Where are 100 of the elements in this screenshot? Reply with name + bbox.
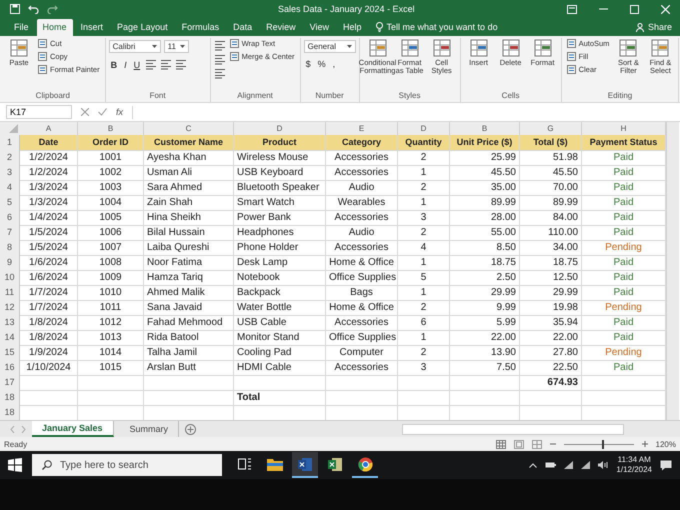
sheet-icon xyxy=(10,39,28,57)
maximize-icon[interactable] xyxy=(630,4,639,14)
add-sheet-icon[interactable] xyxy=(185,424,196,434)
table-cell: Bags xyxy=(326,285,398,301)
total-value: 674.93 xyxy=(547,377,578,388)
number-style-button[interactable]: % xyxy=(316,59,328,69)
row-header[interactable]: 17 xyxy=(0,375,20,391)
speaker-icon[interactable] xyxy=(598,461,608,469)
lines-icon[interactable] xyxy=(214,54,226,65)
row-header[interactable]: 8 xyxy=(0,240,20,256)
lines-icon[interactable] xyxy=(160,59,172,70)
ribbon-tab[interactable]: Formulas xyxy=(176,19,226,36)
horizontal-scrollbar[interactable] xyxy=(402,424,624,434)
group-label: Editing xyxy=(608,91,632,102)
share-button[interactable]: Share xyxy=(636,22,672,36)
row-header[interactable]: 4 xyxy=(0,180,20,196)
row-header[interactable]: 2 xyxy=(0,150,20,166)
number-style-button[interactable]: $ xyxy=(304,59,313,69)
zoom-slider-handle[interactable] xyxy=(602,440,604,448)
caret-up-icon[interactable] xyxy=(529,462,538,468)
search-field[interactable]: Type here to search xyxy=(32,454,222,476)
zoom-level[interactable]: 120% xyxy=(656,440,676,448)
table-cell: 35.94 xyxy=(520,315,582,331)
clock-date[interactable]: 1/12/2024 xyxy=(616,465,652,475)
table-cell: 1/2/2024 xyxy=(20,150,78,166)
lines-icon[interactable] xyxy=(175,59,188,70)
table-cell: Accessories xyxy=(326,315,398,331)
number-style-button[interactable]: , xyxy=(330,59,338,69)
ribbon-tab[interactable]: File xyxy=(8,19,35,36)
status-text: Ready xyxy=(4,440,28,448)
table-cell: 12.50 xyxy=(520,270,582,286)
row-header[interactable]: 5 xyxy=(0,195,20,211)
tell-me-field[interactable]: Tell me what you want to do xyxy=(370,19,504,36)
vertical-scrollbar[interactable] xyxy=(666,122,679,420)
font-style-button[interactable]: U xyxy=(132,60,142,70)
name-box[interactable]: K17 xyxy=(6,105,72,119)
minimize-icon[interactable] xyxy=(599,8,608,10)
row-header[interactable]: 13 xyxy=(0,315,20,331)
table-cell: 1 xyxy=(398,165,450,181)
ribbon-display-icon[interactable] xyxy=(567,4,577,14)
ribbon-tab[interactable]: View xyxy=(304,19,335,36)
lines-icon[interactable] xyxy=(214,40,226,51)
notification-icon[interactable] xyxy=(660,460,672,470)
row-header[interactable]: 1 xyxy=(0,135,20,151)
row-header[interactable]: 18 xyxy=(0,390,20,406)
row-header[interactable]: 15 xyxy=(0,345,20,361)
row-header[interactable]: 14 xyxy=(0,330,20,346)
normal-view-icon[interactable] xyxy=(496,440,506,448)
dropdown-field[interactable]: General xyxy=(304,40,356,53)
table-cell: 34.00 xyxy=(520,240,582,256)
undo-icon[interactable] xyxy=(28,4,39,14)
table-cell xyxy=(20,375,78,391)
lines-icon[interactable] xyxy=(145,59,158,70)
save-icon[interactable] xyxy=(10,4,20,14)
table-cell: 1014 xyxy=(78,345,144,361)
table-cell: 22.00 xyxy=(520,330,582,346)
table-cell: 1 xyxy=(398,330,450,346)
clock-time[interactable]: 11:34 AM xyxy=(618,455,651,465)
row-header[interactable]: 9 xyxy=(0,255,20,271)
table-cell: Sara Ahmed xyxy=(144,180,234,196)
insert-function-button[interactable]: fx xyxy=(116,107,124,117)
close-icon[interactable] xyxy=(661,4,670,14)
caret-icon xyxy=(152,45,157,48)
dropdown-field[interactable]: 11 xyxy=(164,40,189,53)
redo-icon[interactable] xyxy=(47,4,58,14)
row-header[interactable]: 16 xyxy=(0,360,20,376)
plus-icon[interactable] xyxy=(642,441,648,447)
font-style-button[interactable]: I xyxy=(122,60,129,70)
table-cell: 70.00 xyxy=(520,180,582,196)
row-header[interactable]: 18 xyxy=(0,405,20,421)
table-cell: 84.00 xyxy=(520,210,582,226)
sheet-tab[interactable]: January Sales xyxy=(32,421,114,437)
windows-logo-icon[interactable] xyxy=(8,458,22,472)
row-header[interactable]: 12 xyxy=(0,300,20,316)
row-header[interactable]: 3 xyxy=(0,165,20,181)
person-icon xyxy=(636,22,644,32)
table-cell: 1/5/2024 xyxy=(20,240,78,256)
ribbon-tab[interactable]: Insert xyxy=(74,19,110,36)
minus-icon[interactable] xyxy=(550,443,556,445)
table-cell: 5 xyxy=(398,270,450,286)
lines-icon[interactable] xyxy=(214,68,226,79)
header-cell: Order ID xyxy=(78,135,144,151)
ribbon-tab[interactable]: Review xyxy=(260,19,302,36)
ribbon-tab[interactable]: Page Layout xyxy=(111,19,174,36)
taskbar-app[interactable] xyxy=(292,452,318,478)
ribbon-tab[interactable]: Home xyxy=(36,19,73,36)
ribbon-tab[interactable]: Help xyxy=(337,19,368,36)
battery-icon[interactable] xyxy=(545,462,556,468)
checkmark-icon[interactable] xyxy=(98,108,107,116)
ribbon-tab[interactable]: Data xyxy=(227,19,258,36)
table-cell: Home & Office xyxy=(326,300,398,316)
font-style-button[interactable]: B xyxy=(108,60,120,70)
group-label: Font xyxy=(150,91,166,102)
table-cell: 110.00 xyxy=(520,225,582,241)
row-header[interactable]: 10 xyxy=(0,270,20,286)
row-header[interactable]: 7 xyxy=(0,225,20,241)
cancel-icon[interactable] xyxy=(81,108,89,116)
row-header[interactable]: 11 xyxy=(0,285,20,301)
row-header[interactable]: 6 xyxy=(0,210,20,226)
dropdown-field[interactable]: Calibri xyxy=(108,40,161,53)
